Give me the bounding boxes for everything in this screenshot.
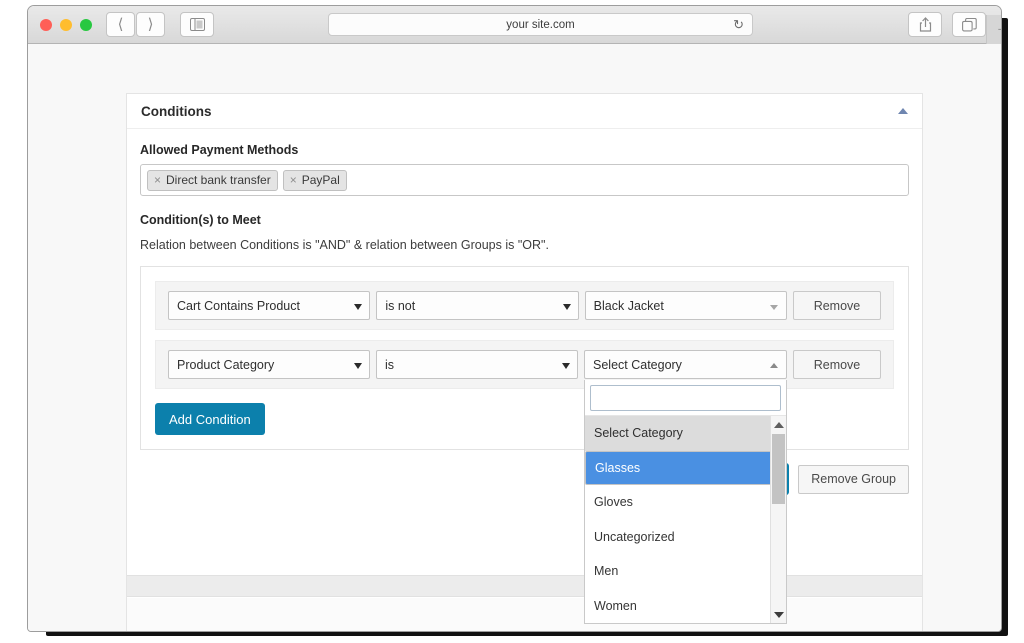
token-label: Direct bank transfer <box>166 173 271 187</box>
sidebar-toggle-icon <box>189 18 205 31</box>
section-divider-band <box>127 575 922 597</box>
dropdown-scrollbar[interactable] <box>770 416 786 623</box>
relation-note: Relation between Conditions is "AND" & r… <box>140 238 549 252</box>
conditions-panel: Conditions Allowed Payment Methods × Dir… <box>126 93 923 631</box>
dropdown-search-wrap <box>585 380 786 415</box>
new-tab-button[interactable]: + <box>986 15 1001 44</box>
browser-toolbar: ⟨ ⟩ your site.com ↻ <box>28 6 1001 44</box>
back-button[interactable]: ⟨ <box>106 12 135 37</box>
category-option[interactable]: Select Category <box>585 416 786 451</box>
tab-overview-icon <box>961 17 977 31</box>
chevron-down-icon <box>769 305 778 310</box>
condition-subject-value: Cart Contains Product <box>177 298 300 313</box>
category-option[interactable]: Gloves <box>585 485 786 520</box>
chevron-up-icon[interactable] <box>898 108 908 114</box>
panel-body: Allowed Payment Methods × Direct bank tr… <box>127 129 922 624</box>
token-item[interactable]: × Direct bank transfer <box>147 169 278 191</box>
category-option[interactable]: Glasses <box>585 450 786 485</box>
condition-row: Cart Contains Product is not Black Jacke… <box>155 281 894 330</box>
remove-token-icon[interactable]: × <box>154 173 161 187</box>
minimize-window-button[interactable] <box>60 19 72 31</box>
condition-row: Product Category is Select Category Sele… <box>155 340 894 624</box>
condition-operator-select[interactable]: is not <box>376 291 579 320</box>
page-canvas: Conditions Allowed Payment Methods × Dir… <box>28 44 1001 631</box>
chevron-left-icon: ⟨ <box>117 16 124 33</box>
category-select-value: Select Category <box>593 357 682 372</box>
panel-header[interactable]: Conditions <box>127 94 922 129</box>
allowed-payment-methods-label: Allowed Payment Methods <box>140 143 299 157</box>
condition-subject-value: Product Category <box>177 357 275 372</box>
maximize-window-button[interactable] <box>80 19 92 31</box>
category-select[interactable]: Select Category <box>584 350 787 379</box>
window-controls <box>40 19 92 31</box>
reload-icon[interactable]: ↻ <box>733 18 744 31</box>
allowed-payment-methods-field[interactable]: × Direct bank transfer × PayPal <box>140 164 909 196</box>
category-dropdown: Select Category Glasses Gloves Uncategor… <box>584 380 787 624</box>
content-row-placeholder <box>127 598 922 631</box>
remove-condition-button[interactable]: Remove <box>792 291 881 320</box>
chevron-down-icon <box>354 363 362 369</box>
sidebar-toggle-button[interactable] <box>180 12 214 37</box>
url-text: your site.com <box>506 18 575 31</box>
remove-token-icon[interactable]: × <box>290 173 297 187</box>
browser-window: ⟨ ⟩ your site.com ↻ Conditions Allowed P… <box>27 5 1002 632</box>
token-label: PayPal <box>301 173 340 187</box>
condition-value-text: Black Jacket <box>593 298 664 313</box>
chevron-down-icon <box>562 304 571 310</box>
tab-overview-button[interactable] <box>952 12 986 37</box>
condition-value-select[interactable]: Black Jacket <box>584 291 787 320</box>
scrollbar-thumb[interactable] <box>772 434 785 504</box>
condition-subject-select[interactable]: Cart Contains Product <box>168 291 371 320</box>
category-option[interactable]: Men <box>585 554 786 589</box>
chevron-down-icon <box>354 304 363 310</box>
condition-operator-select[interactable]: is <box>376 350 578 379</box>
condition-operator-value: is not <box>385 298 416 313</box>
conditions-to-meet-label: Condition(s) to Meet <box>140 213 261 227</box>
screenshot-root: ⟨ ⟩ your site.com ↻ Conditions Allowed P… <box>0 0 1024 643</box>
page-title: Conditions <box>141 103 212 119</box>
category-option-list[interactable]: Select Category Glasses Gloves Uncategor… <box>585 415 786 623</box>
category-option[interactable]: Uncategorized <box>585 520 786 555</box>
category-option[interactable]: Women <box>585 589 786 624</box>
forward-button[interactable]: ⟩ <box>136 12 165 37</box>
token-item[interactable]: × PayPal <box>282 169 347 191</box>
close-window-button[interactable] <box>40 19 52 31</box>
address-bar[interactable]: your site.com ↻ <box>328 13 753 36</box>
condition-operator-value: is <box>385 357 395 372</box>
share-button[interactable] <box>908 12 942 37</box>
scroll-down-icon[interactable] <box>774 612 784 618</box>
remove-condition-button[interactable]: Remove <box>793 350 881 379</box>
chevron-up-icon <box>770 363 778 368</box>
share-icon <box>919 17 931 32</box>
chevron-down-icon <box>562 363 570 369</box>
remove-group-button[interactable]: Remove Group <box>798 464 909 494</box>
scroll-up-icon[interactable] <box>774 422 784 428</box>
condition-subject-select[interactable]: Product Category <box>168 350 370 379</box>
add-condition-button[interactable]: Add Condition <box>155 403 265 435</box>
category-search-input[interactable] <box>590 385 781 411</box>
condition-group: Cart Contains Product is not Black Jacke… <box>140 266 909 624</box>
chevron-right-icon: ⟩ <box>147 16 154 33</box>
